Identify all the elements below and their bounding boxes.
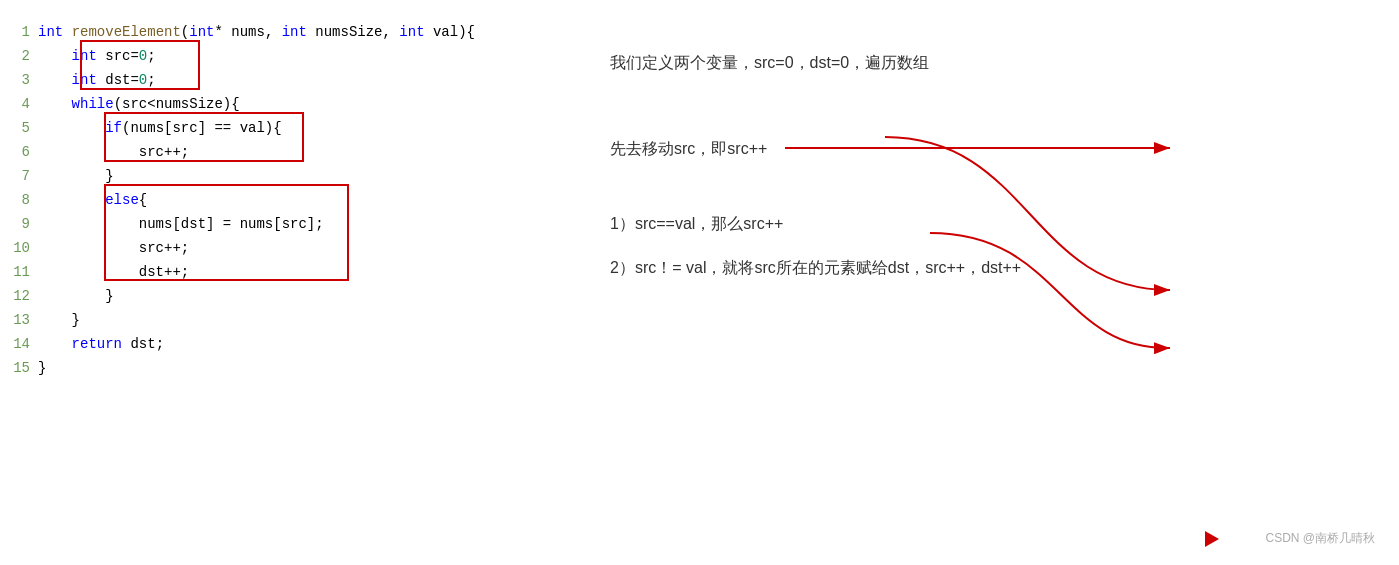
line-content-1: int removeElement(int* nums, int numsSiz… [38,20,475,44]
line-num-10: 10 [10,236,38,260]
line-num-6: 6 [10,140,38,164]
annotation-2: 先去移动src，即src++ [610,136,1369,162]
code-line-5: 5 if(nums[src] == val){ [10,116,580,140]
line-content-6: src++; [38,140,189,164]
line-content-5: if(nums[src] == val){ [38,116,282,140]
line-num-12: 12 [10,284,38,308]
line-num-7: 7 [10,164,38,188]
line-num-13: 13 [10,308,38,332]
code-line-12: 12 } [10,284,580,308]
line-content-11: dst++; [38,260,189,284]
line-num-1: 1 [10,20,38,44]
line-content-14: return dst; [38,332,164,356]
code-lines: 1 int removeElement(int* nums, int numsS… [10,20,580,380]
line-num-2: 2 [10,44,38,68]
code-line-9: 9 nums[dst] = nums[src]; [10,212,580,236]
line-num-9: 9 [10,212,38,236]
line-num-8: 8 [10,188,38,212]
annotation-4: 2）src！= val，就将src所在的元素赋给dst，src++，dst++ [610,255,1369,281]
code-line-11: 11 dst++; [10,260,580,284]
play-button[interactable] [1205,531,1219,547]
line-content-7: } [38,164,114,188]
line-content-13: } [38,308,80,332]
code-line-15: 15 } [10,356,580,380]
code-line-14: 14 return dst; [10,332,580,356]
code-line-2: 2 int src=0; [10,44,580,68]
code-line-8: 8 else{ [10,188,580,212]
annotation-panel: 我们定义两个变量，src=0，dst=0，遍历数组 先去移动src，即src++… [580,0,1399,565]
annotation-1: 我们定义两个变量，src=0，dst=0，遍历数组 [610,50,1369,76]
annotation-3: 1）src==val，那么src++ [610,211,1369,237]
code-panel: 1 int removeElement(int* nums, int numsS… [0,0,580,565]
line-content-9: nums[dst] = nums[src]; [38,212,324,236]
code-line-7: 7 } [10,164,580,188]
line-content-15: } [38,356,46,380]
line-num-3: 3 [10,68,38,92]
line-num-11: 11 [10,260,38,284]
watermark: CSDN @南桥几晴秋 [1265,530,1375,547]
line-num-15: 15 [10,356,38,380]
code-line-6: 6 src++; [10,140,580,164]
code-line-10: 10 src++; [10,236,580,260]
line-content-2: int src=0; [38,44,156,68]
line-content-3: int dst=0; [38,68,156,92]
code-line-3: 3 int dst=0; [10,68,580,92]
arrow-3 [930,233,1170,348]
code-line-1: 1 int removeElement(int* nums, int numsS… [10,20,580,44]
line-content-8: else{ [38,188,147,212]
code-line-13: 13 } [10,308,580,332]
arrows-svg [580,0,1399,565]
line-content-4: while(src<numsSize){ [38,92,240,116]
line-num-5: 5 [10,116,38,140]
main-container: 1 int removeElement(int* nums, int numsS… [0,0,1399,565]
code-line-4: 4 while(src<numsSize){ [10,92,580,116]
line-content-10: src++; [38,236,189,260]
line-num-4: 4 [10,92,38,116]
line-num-14: 14 [10,332,38,356]
line-content-12: } [38,284,114,308]
